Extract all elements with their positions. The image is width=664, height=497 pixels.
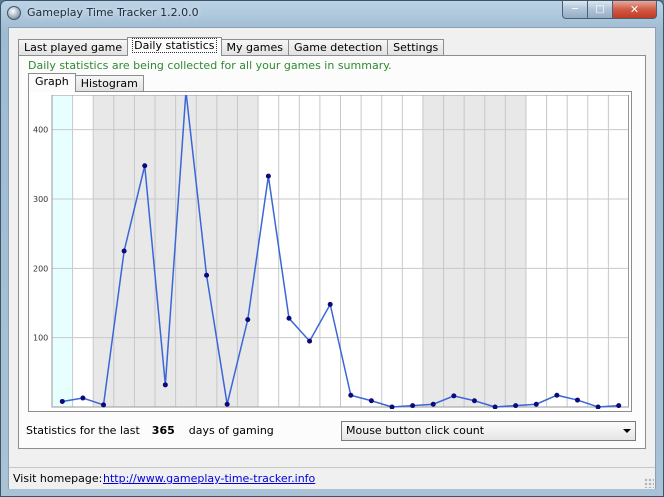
graph-panel: 100 200 300 400 xyxy=(28,91,632,412)
data-point xyxy=(410,403,416,409)
daily-line-chart: 100 200 300 400 xyxy=(33,95,629,409)
tab-game-detection[interactable]: Game detection xyxy=(287,39,389,56)
data-point xyxy=(348,392,354,398)
tab-label: Histogram xyxy=(80,77,138,90)
tab-label: Game detection xyxy=(293,41,383,54)
y-tick-label: 100 xyxy=(33,334,48,343)
app-clock-icon xyxy=(7,6,21,20)
tab-histogram[interactable]: Histogram xyxy=(74,75,144,92)
close-button[interactable]: ✕ xyxy=(613,1,657,19)
shaded-column xyxy=(422,95,444,407)
stats-summary: Statistics for the last 365 days of gaming xyxy=(26,424,274,437)
homepage-label: Visit homepage: xyxy=(13,472,103,485)
shaded-column xyxy=(175,95,197,407)
data-point xyxy=(245,317,251,323)
shaded-column xyxy=(505,95,526,407)
minimize-icon: ─ xyxy=(571,4,579,15)
data-point xyxy=(327,301,333,307)
data-point xyxy=(368,398,374,404)
data-point xyxy=(554,392,560,398)
status-bar: Visit homepage: http://www.gameplay-time… xyxy=(9,467,655,489)
app-window: Gameplay Time Tracker 1.2.0.0 ─ □ ✕ Last… xyxy=(0,0,664,497)
tab-my-games[interactable]: My games xyxy=(220,39,289,56)
homepage-link[interactable]: http://www.gameplay-time-tracker.info xyxy=(103,472,315,485)
shaded-column xyxy=(443,95,465,407)
metric-select-value: Mouse button click count xyxy=(346,424,485,437)
tab-last-played-game[interactable]: Last played game xyxy=(18,39,129,56)
data-point xyxy=(80,395,86,401)
highlight-column xyxy=(52,95,73,407)
shaded-column xyxy=(155,95,176,407)
data-point xyxy=(286,315,292,321)
data-point xyxy=(162,382,168,388)
stats-prefix: Statistics for the last xyxy=(26,424,140,437)
data-point xyxy=(204,272,210,278)
data-point xyxy=(430,401,436,407)
shaded-column xyxy=(134,95,156,407)
shaded-column xyxy=(196,95,217,407)
data-point xyxy=(574,397,580,403)
tab-daily-statistics[interactable]: Daily statistics xyxy=(127,37,222,56)
tab-label: My games xyxy=(226,41,283,54)
close-icon: ✕ xyxy=(629,3,640,16)
y-tick-label: 400 xyxy=(33,126,48,135)
minimize-button[interactable]: ─ xyxy=(562,1,588,19)
maximize-button[interactable]: □ xyxy=(588,1,613,19)
client-area: Last played game Daily statistics My gam… xyxy=(8,27,656,489)
metric-select[interactable]: Mouse button click count xyxy=(341,421,636,441)
data-point xyxy=(142,163,148,169)
tab-label: Daily statistics xyxy=(132,38,217,53)
data-point xyxy=(307,338,313,344)
title-bar[interactable]: Gameplay Time Tracker 1.2.0.0 ─ □ ✕ xyxy=(1,1,663,27)
info-text: Daily statistics are being collected for… xyxy=(28,59,392,72)
tab-label: Settings xyxy=(393,41,439,54)
stats-days-value: 365 xyxy=(151,424,175,437)
tab-graph[interactable]: Graph xyxy=(28,73,76,92)
data-point xyxy=(265,173,271,179)
view-tabs: Graph Histogram xyxy=(28,73,144,92)
data-point xyxy=(389,404,395,409)
y-tick-label: 200 xyxy=(33,264,48,273)
data-point xyxy=(513,403,519,409)
caption-buttons: ─ □ ✕ xyxy=(562,1,657,20)
main-tabs: Last played game Daily statistics My gam… xyxy=(18,37,445,56)
shaded-column xyxy=(484,95,506,407)
tab-label: Last played game xyxy=(24,41,123,54)
tab-settings[interactable]: Settings xyxy=(387,39,445,56)
data-point xyxy=(121,248,127,254)
data-point xyxy=(616,403,622,409)
maximize-icon: □ xyxy=(595,4,605,15)
shaded-column xyxy=(237,95,259,407)
daily-statistics-panel: Daily statistics are being collected for… xyxy=(18,55,646,449)
chevron-down-icon xyxy=(623,429,631,433)
window-title: Gameplay Time Tracker 1.2.0.0 xyxy=(27,6,199,19)
data-point xyxy=(101,402,107,408)
resize-grip-icon[interactable] xyxy=(644,478,654,488)
tab-label: Graph xyxy=(35,75,69,88)
data-point xyxy=(59,398,65,404)
shaded-column xyxy=(464,95,485,407)
y-tick-label: 300 xyxy=(33,195,48,204)
data-point xyxy=(451,393,457,399)
data-point xyxy=(224,401,230,407)
data-point xyxy=(471,398,477,404)
data-point xyxy=(533,401,539,407)
stats-suffix: days of gaming xyxy=(188,424,274,437)
shaded-column xyxy=(93,95,114,407)
data-point xyxy=(595,404,601,409)
